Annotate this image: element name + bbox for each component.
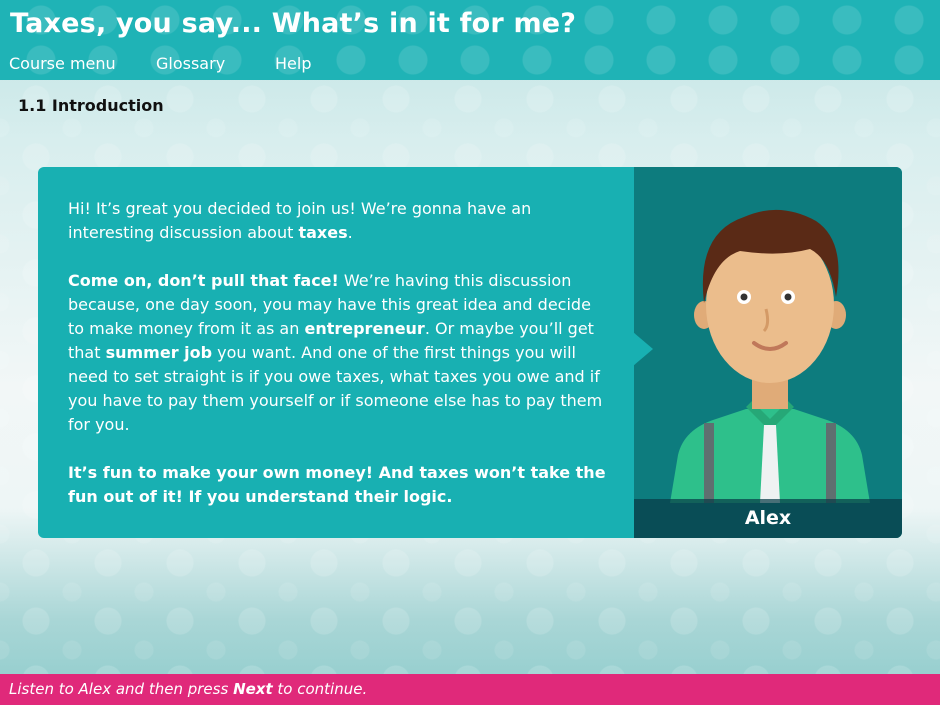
character-panel: Alex [633, 167, 902, 538]
nav-help[interactable]: Help [275, 54, 311, 73]
character-portrait-icon [670, 209, 870, 503]
dialog-card: Hi! It’s great you decided to join us! W… [38, 167, 902, 538]
nav-glossary[interactable]: Glossary [156, 54, 225, 73]
character-name: Alex [744, 507, 792, 529]
instruction-text: Listen to Alex and then press Next to co… [9, 680, 368, 698]
dialog-text: Hi! It’s great you decided to join us! W… [68, 197, 608, 533]
instruction-bar: Listen to Alex and then press Next to co… [0, 674, 940, 705]
dialog-paragraph-2: Come on, don’t pull that face! We’re hav… [68, 271, 603, 434]
header: Taxes, you say... What’s in it for me? C… [0, 0, 940, 80]
dialog-paragraph-3: It’s fun to make your own money! And tax… [68, 463, 606, 506]
nav-course-menu[interactable]: Course menu [9, 54, 116, 73]
course-title: Taxes, you say... What’s in it for me? [10, 8, 577, 39]
speech-pointer [633, 332, 653, 366]
section-title: 1.1 Introduction [18, 96, 164, 115]
dialog-paragraph-1: Hi! It’s great you decided to join us! W… [68, 199, 532, 242]
character-name-bar: Alex [634, 499, 902, 538]
